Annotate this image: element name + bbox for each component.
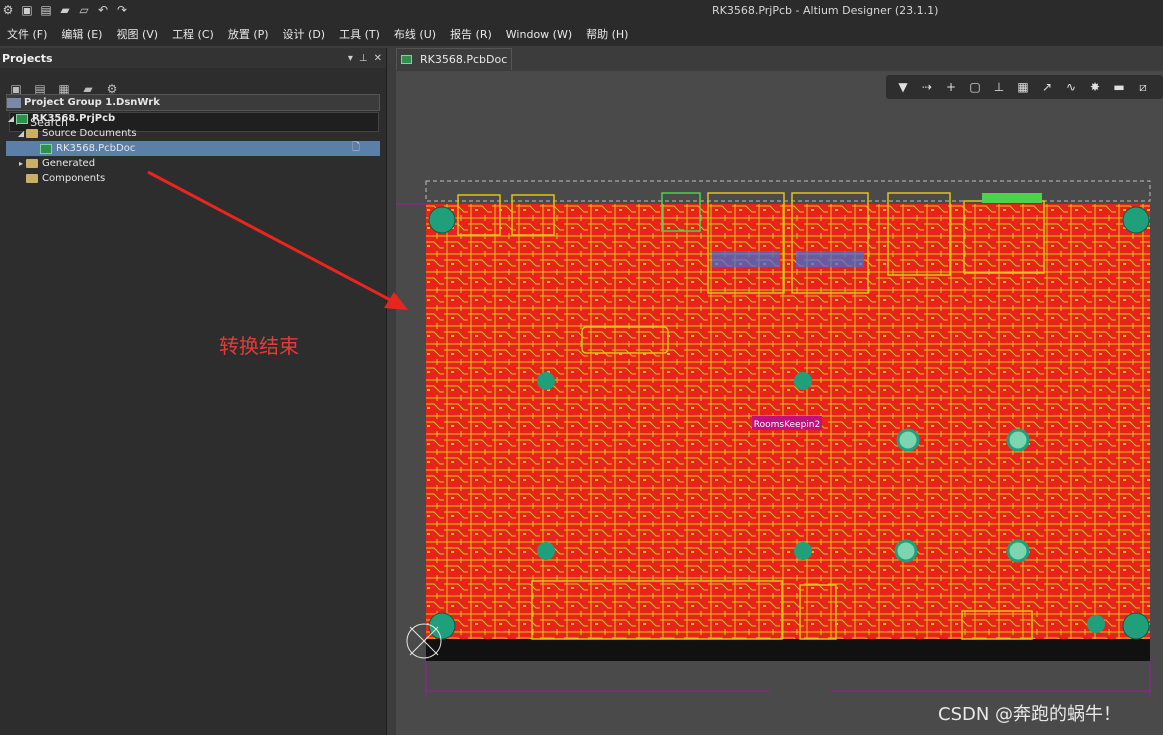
expand-caret-icon[interactable]: ◢ [16, 129, 26, 138]
pcb-board-view[interactable]: RoomsKeepin2 [396, 71, 1163, 735]
rectangle-select-icon[interactable]: ▢ [966, 80, 984, 94]
pad [1006, 539, 1030, 563]
mounting-hole [428, 206, 456, 234]
menu-reports[interactable]: 报告 (R) [443, 26, 499, 42]
filter-icon[interactable]: ▼ [894, 80, 912, 94]
pad [894, 539, 918, 563]
room-label: RoomsKeepin2 [754, 420, 821, 430]
component-icon[interactable]: ▦ [1014, 80, 1032, 94]
watermark: CSDN @奔跑的蜗牛！ [938, 704, 1122, 725]
menu-edit[interactable]: 编辑 (E) [54, 26, 109, 42]
tree-project-group-label: Project Group 1.DsnWrk [24, 97, 160, 108]
folder-icon [26, 129, 38, 138]
quick-access-toolbar: ⚙ ▣ ▤ ▰ ▱ ↶ ↷ [0, 2, 130, 18]
select-icon[interactable]: ⇢ [918, 80, 936, 94]
tree-generated-label: Generated [42, 158, 96, 169]
tree-pcb-document[interactable]: RK3568.PcbDoc 🗋 [6, 141, 380, 156]
tree-pcb-document-label: RK3568.PcbDoc [56, 143, 136, 154]
tab-pcbdoc[interactable]: RK3568.PcbDoc [396, 48, 513, 70]
tree-project-label: RK3568.PrjPcb [32, 113, 116, 124]
tree-source-documents[interactable]: ◢ Source Documents [6, 126, 380, 141]
folder-icon [26, 174, 38, 183]
undo-icon[interactable]: ↶ [95, 2, 111, 18]
tree-project-group[interactable]: Project Group 1.DsnWrk [6, 94, 380, 111]
save-all-icon[interactable]: ▤ [38, 2, 54, 18]
projects-panel-header: Projects ▾ ⊥ ✕ [0, 48, 386, 68]
cross-icon[interactable]: + [942, 80, 960, 94]
pcb-document-icon [401, 55, 412, 64]
folder-icon [26, 159, 38, 168]
open-project-icon[interactable]: ▱ [76, 2, 92, 18]
menu-place[interactable]: 放置 (P) [221, 26, 276, 42]
redo-icon[interactable]: ↷ [114, 2, 130, 18]
tree-project[interactable]: ◢ RK3568.PrjPcb [6, 111, 380, 126]
pad-array [796, 251, 864, 267]
project-tree: Project Group 1.DsnWrk ◢ RK3568.PrjPcb ◢… [6, 94, 380, 186]
menu-project[interactable]: 工程 (C) [165, 26, 221, 42]
projects-panel-title: Projects [2, 51, 53, 65]
save-icon[interactable]: ▣ [19, 2, 35, 18]
connector-footprint [982, 193, 1042, 203]
menu-tools[interactable]: 工具 (T) [332, 26, 387, 42]
menu-help[interactable]: 帮助 (H) [579, 26, 635, 42]
menu-view[interactable]: 视图 (V) [109, 26, 165, 42]
menu-route[interactable]: 布线 (U) [387, 26, 443, 42]
annotation-text: 转换结束 [219, 334, 299, 358]
menu-bar: 文件 (F) 编辑 (E) 视图 (V) 工程 (C) 放置 (P) 设计 (D… [0, 22, 1163, 46]
window-title: RK3568.PrjPcb - Altium Designer (23.1.1) [712, 4, 939, 17]
fill-icon[interactable]: ▬ [1110, 80, 1128, 94]
pad [794, 542, 812, 560]
panel-pin-icon[interactable]: ⊥ [359, 53, 368, 64]
pad [1087, 615, 1105, 633]
tree-source-documents-label: Source Documents [42, 128, 137, 139]
expand-caret-icon[interactable]: ◢ [6, 114, 16, 123]
app-logo-icon[interactable]: ⚙ [0, 2, 16, 18]
tree-components[interactable]: Components [6, 171, 380, 186]
line-icon[interactable]: ⧄ [1134, 80, 1152, 95]
align-icon[interactable]: ⊥ [990, 80, 1008, 94]
pcb-project-icon [16, 113, 28, 124]
mounting-hole [1122, 206, 1150, 234]
menu-window[interactable]: Window (W) [499, 28, 579, 41]
board-bottom-edge [426, 639, 1150, 661]
tree-components-label: Components [42, 173, 106, 184]
open-icon[interactable]: ▰ [57, 2, 73, 18]
document-modified-icon: 🗋 [351, 142, 360, 153]
mounting-hole [1122, 612, 1150, 640]
document-tabs: RK3568.PcbDoc [396, 48, 513, 70]
tree-generated[interactable]: ▸ Generated [6, 156, 380, 171]
workspace-icon [7, 97, 21, 108]
tab-pcbdoc-label: RK3568.PcbDoc [420, 53, 508, 66]
active-bar: ▼ ⇢ + ▢ ⊥ ▦ ↗ ∿ ✸ ▬ ⧄ [886, 75, 1163, 99]
menu-design[interactable]: 设计 (D) [276, 26, 333, 42]
panel-menu-icon[interactable]: ▾ [348, 53, 353, 64]
pad [794, 372, 812, 390]
pad [1006, 428, 1030, 452]
pad [537, 542, 555, 560]
diff-pair-icon[interactable]: ∿ [1062, 80, 1080, 94]
pad [896, 428, 920, 452]
collapse-caret-icon[interactable]: ▸ [16, 159, 26, 168]
highlight-icon[interactable]: ✸ [1086, 80, 1104, 94]
panel-close-icon[interactable]: ✕ [374, 53, 382, 64]
pcb-document-icon [40, 143, 52, 154]
title-bar: ⚙ ▣ ▤ ▰ ▱ ↶ ↷ RK3568.PrjPcb - Altium Des… [0, 0, 1163, 22]
pad-array [712, 251, 780, 267]
route-icon[interactable]: ↗ [1038, 80, 1056, 94]
pad [537, 372, 555, 390]
menu-file[interactable]: 文件 (F) [0, 26, 54, 42]
